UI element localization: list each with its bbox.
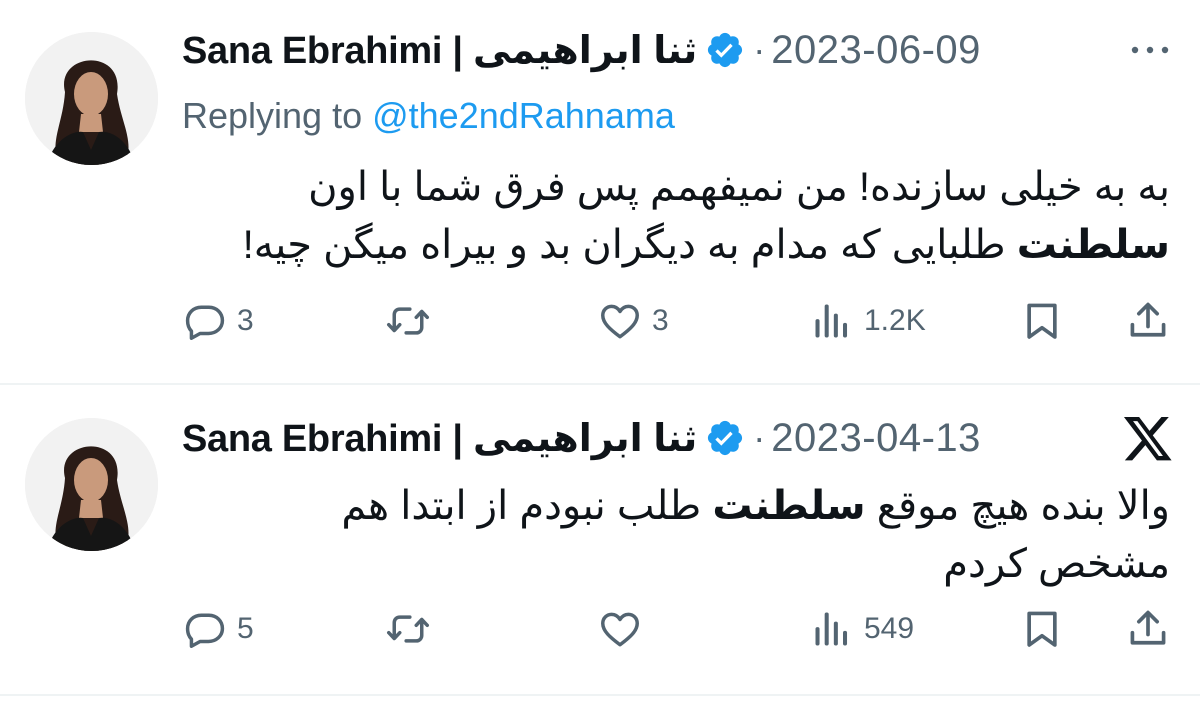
tweet-text-fragment: طلبایی که مدام به دیگران بد و بیراه میگن… [242, 223, 1017, 267]
like-count: 3 [652, 304, 669, 337]
views-button[interactable]: 549 [810, 604, 914, 654]
tweet-divider [0, 694, 1200, 696]
views-count: 1.2K [864, 304, 926, 337]
retweet-icon [387, 615, 429, 643]
tweet-text-fragment: طلب نبودم از ابتدا هم [341, 484, 713, 528]
share-button[interactable] [1126, 296, 1170, 346]
tweet-text-line: مشخص کردم [943, 542, 1170, 586]
retweet-icon [387, 307, 429, 335]
share-icon [1130, 610, 1166, 645]
x-logo-icon [1123, 416, 1172, 461]
tweet-text: به به خیلی سازنده! من نمیفهمم پس فرق شما… [243, 158, 1170, 274]
bookmark-button[interactable] [1020, 604, 1064, 654]
replying-to: Replying to @the2ndRahnama [182, 95, 675, 137]
tweet-text-line: به به خیلی سازنده! من نمیفهمم پس فرق شما… [308, 165, 1170, 209]
separator-dot: · [753, 29, 766, 70]
tweet-text-fragment: والا بنده هیچ موقع [865, 484, 1170, 528]
reply-icon [185, 613, 225, 648]
reply-count: 3 [237, 304, 254, 337]
action-bar: 3 3 1.2K [0, 296, 1200, 346]
heart-icon [601, 304, 639, 339]
tweet-2[interactable]: Sana Ebrahimi | ثنا ابراهیمی · 2023-04-1… [0, 385, 1200, 695]
avatar[interactable] [25, 418, 158, 551]
author-name[interactable]: Sana Ebrahimi | ثنا ابراهیمی [182, 416, 698, 461]
views-count: 549 [864, 612, 915, 645]
reply-button[interactable]: 5 [183, 604, 254, 654]
tweet-1[interactable]: Sana Ebrahimi | ثنا ابراهیمی · 2023-06-0… [0, 0, 1200, 384]
views-icon [815, 612, 848, 646]
action-bar: 5 549 [0, 604, 1200, 654]
tweet-header: Sana Ebrahimi | ثنا ابراهیمی · 2023-04-1… [182, 414, 981, 462]
verified-badge-icon [708, 32, 743, 68]
reply-count: 5 [237, 612, 254, 645]
bold-word: سلطنت [1016, 223, 1170, 267]
bold-word: سلطنت [712, 484, 866, 528]
avatar[interactable] [25, 32, 158, 165]
avatar-photo [25, 418, 158, 551]
share-button[interactable] [1126, 604, 1170, 654]
views-button[interactable]: 1.2K [810, 296, 926, 346]
like-button[interactable] [598, 604, 652, 654]
avatar-photo [25, 32, 158, 165]
views-icon [815, 304, 848, 338]
more-dots-icon[interactable] [1128, 40, 1172, 60]
reply-button[interactable]: 3 [183, 296, 254, 346]
separator-dot: · [753, 417, 766, 458]
heart-icon [601, 612, 639, 647]
bookmark-button[interactable] [1020, 296, 1064, 346]
replying-to-handle[interactable]: @the2ndRahnama [372, 95, 675, 136]
tweet-text-line: سلطنت طلبایی که مدام به دیگران بد و بیرا… [243, 216, 1170, 274]
retweet-button[interactable] [386, 604, 440, 654]
retweet-button[interactable] [386, 296, 440, 346]
tweet-date[interactable]: 2023-06-09 [771, 28, 981, 73]
tweet-text: والا بنده هیچ موقع سلطنت طلب نبودم از اب… [341, 477, 1170, 593]
share-icon [1130, 302, 1166, 337]
tweet-date[interactable]: 2023-04-13 [771, 416, 981, 461]
bookmark-icon [1027, 303, 1057, 339]
reply-icon [185, 305, 225, 340]
verified-badge-icon [708, 420, 743, 456]
replying-to-label: Replying to [182, 95, 373, 136]
author-name[interactable]: Sana Ebrahimi | ثنا ابراهیمی [182, 28, 698, 73]
tweet-text-line: والا بنده هیچ موقع سلطنت طلب نبودم از اب… [341, 477, 1170, 535]
bookmark-icon [1027, 611, 1057, 647]
like-button[interactable]: 3 [598, 296, 669, 346]
tweet-header: Sana Ebrahimi | ثنا ابراهیمی · 2023-06-0… [182, 26, 981, 74]
